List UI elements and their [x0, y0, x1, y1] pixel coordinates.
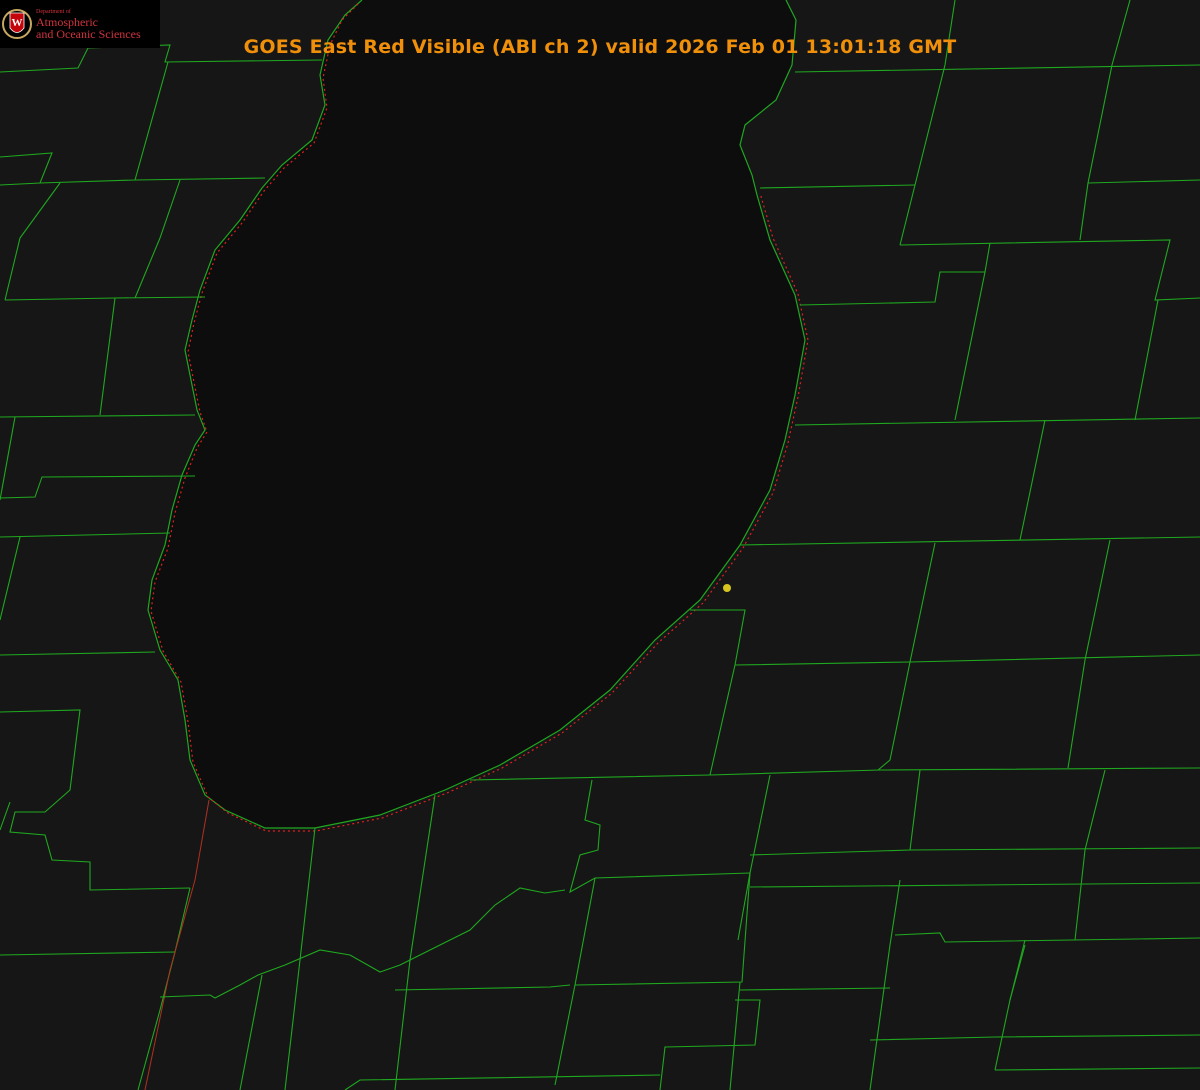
satellite-map [0, 0, 1200, 1090]
logo-line1: Atmospheric [36, 14, 98, 29]
logo-letter: W [12, 17, 23, 29]
station-dot-icon [723, 584, 731, 592]
image-title: GOES East Red Visible (ABI ch 2) valid 2… [243, 36, 957, 58]
